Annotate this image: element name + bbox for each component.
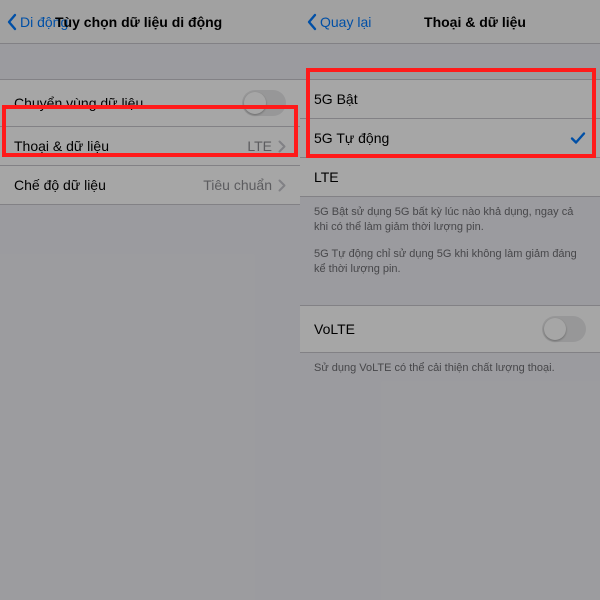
navbar-right: Quay lại Thoại & dữ liệu [300,0,600,44]
toggle-volte[interactable] [542,316,586,342]
row-value: Tiêu chuẩn [203,177,272,193]
row-lte[interactable]: LTE [300,157,600,197]
panel-cellular-options: Di động Tùy chọn dữ liệu di động Chuyển … [0,0,300,600]
navbar-left: Di động Tùy chọn dữ liệu di động [0,0,300,44]
checkmark-icon [570,131,586,145]
row-label: Thoại & dữ liệu [14,138,247,154]
back-label-left: Di động [20,14,68,30]
row-label: VoLTE [314,321,542,337]
row-5g-on[interactable]: 5G Bật [300,79,600,119]
toggle-roaming[interactable] [242,90,286,116]
footnote-5g-auto: 5G Tự động chỉ sử dụng 5G khi không làm … [300,239,600,281]
back-label-right: Quay lại [320,14,371,30]
content-left: Chuyển vùng dữ liệu Thoại & dữ liệu LTE … [0,44,300,600]
page-title-right: Thoại & dữ liệu [360,14,590,30]
row-voice-and-data[interactable]: Thoại & dữ liệu LTE [0,126,300,166]
row-label: Chuyển vùng dữ liệu [14,95,242,111]
row-data-roaming[interactable]: Chuyển vùng dữ liệu [0,79,300,127]
footnote-5g-on: 5G Bật sử dụng 5G bất kỳ lúc nào khả dụn… [300,197,600,239]
page-title-left: Tùy chọn dữ liệu di động [55,14,296,30]
chevron-left-icon [6,13,18,31]
footnote-volte: Sử dụng VoLTE có thể cải thiện chất lượn… [300,353,600,380]
panel-voice-and-data: Quay lại Thoại & dữ liệu 5G Bật 5G Tự độ… [300,0,600,600]
row-volte[interactable]: VoLTE [300,305,600,353]
chevron-right-icon [278,140,286,153]
row-value: LTE [247,138,272,154]
back-button-right[interactable]: Quay lại [306,13,371,31]
chevron-left-icon [306,13,318,31]
row-label: 5G Tự động [314,130,570,146]
chevron-right-icon [278,179,286,192]
back-button-left[interactable]: Di động [6,13,68,31]
row-5g-auto[interactable]: 5G Tự động [300,118,600,158]
row-label: 5G Bật [314,91,586,107]
row-label: LTE [314,169,586,185]
row-label: Chế độ dữ liệu [14,177,203,193]
content-right: 5G Bật 5G Tự động LTE 5G Bật sử dụng 5G … [300,44,600,600]
row-data-mode[interactable]: Chế độ dữ liệu Tiêu chuẩn [0,165,300,205]
